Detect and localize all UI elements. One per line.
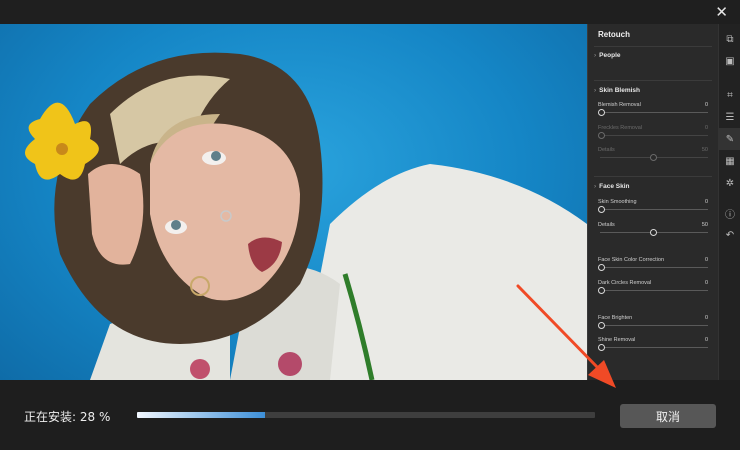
slider-handle[interactable] [650,154,657,161]
section-label: Face Skin [599,183,630,190]
slider-value: 0 [704,315,708,321]
layers-icon[interactable]: ⧉ [719,28,740,50]
portrait-photo [0,24,587,380]
chevron-down-icon: › [594,183,597,190]
portrait-illustration [25,52,587,380]
slider-value: 0 [704,125,708,131]
slider-label: Blemish Removal [598,102,641,108]
slider-label: Freckles Removal [598,125,643,131]
slider-value: 50 [701,147,708,153]
slider-value: 0 [704,337,708,343]
cancel-button[interactable]: 取消 [620,404,716,428]
slider-handle[interactable] [598,132,605,139]
slider-label: Face Skin Color Correction [598,257,665,263]
install-progress-fill [137,412,266,418]
slider-value: 50 [701,222,708,228]
slider-track[interactable] [600,290,708,291]
section-skin-blemish[interactable]: › Skin Blemish [594,87,640,94]
retouch-panel: Retouch › People › Skin Blemish Blemish Re… [587,24,718,380]
slider-handle[interactable] [598,206,605,213]
enhance-icon[interactable]: ▣ [719,50,740,72]
section-face-skin[interactable]: › Face Skin [594,183,630,190]
divider [594,46,712,47]
slider-label: Face Brighten [598,315,633,321]
slider-value: 0 [704,102,708,108]
divider [594,176,712,177]
grid-icon[interactable]: ▦ [719,150,740,172]
slider-track[interactable] [600,135,708,136]
slider-handle[interactable] [598,287,605,294]
undo-icon[interactable]: ↶ [719,224,740,246]
slider-track[interactable] [600,347,708,348]
crop-icon[interactable]: ⌗ [719,84,740,106]
section-label: People [599,52,621,59]
section-people[interactable]: › People [594,52,620,59]
slider-value: 0 [704,280,708,286]
effects-icon[interactable]: ✲ [719,172,740,194]
slider-handle[interactable] [598,264,605,271]
slider-label: Details [598,222,615,228]
slider-track[interactable] [600,209,708,210]
slider-label: Details [598,147,615,153]
slider-value: 0 [704,257,708,263]
slider-label: Dark Circles Removal [598,280,652,286]
chevron-down-icon: › [594,87,597,94]
slider-handle[interactable] [598,322,605,329]
slider-handle[interactable] [598,344,605,351]
retouch-icon[interactable]: ✎ [719,128,740,150]
divider [594,80,712,81]
slider-label: Shine Removal [598,337,636,343]
slider-handle[interactable] [598,109,605,116]
panel-title: Retouch [598,30,630,39]
side-toolbar: ⧉ ▣ ⌗ ☰ ✎ ▦ ✲ ⓘ ↶ [718,24,740,380]
title-bar: ✕ [0,0,740,24]
slider-track[interactable] [600,112,708,113]
editor-stage: Retouch › People › Skin Blemish Blemish Re… [0,24,740,380]
slider-track[interactable] [600,267,708,268]
slider-label: Skin Smoothing [598,199,637,205]
install-progress-bar [137,412,595,418]
adjust-icon[interactable]: ☰ [719,106,740,128]
info-icon[interactable]: ⓘ [719,202,740,224]
close-icon[interactable]: ✕ [715,4,728,20]
section-label: Skin Blemish [599,87,640,94]
chevron-right-icon: › [594,52,597,59]
install-status: 正在安装: 28 % [24,410,111,424]
slider-value: 0 [704,199,708,205]
slider-handle[interactable] [650,229,657,236]
slider-track[interactable] [600,325,708,326]
